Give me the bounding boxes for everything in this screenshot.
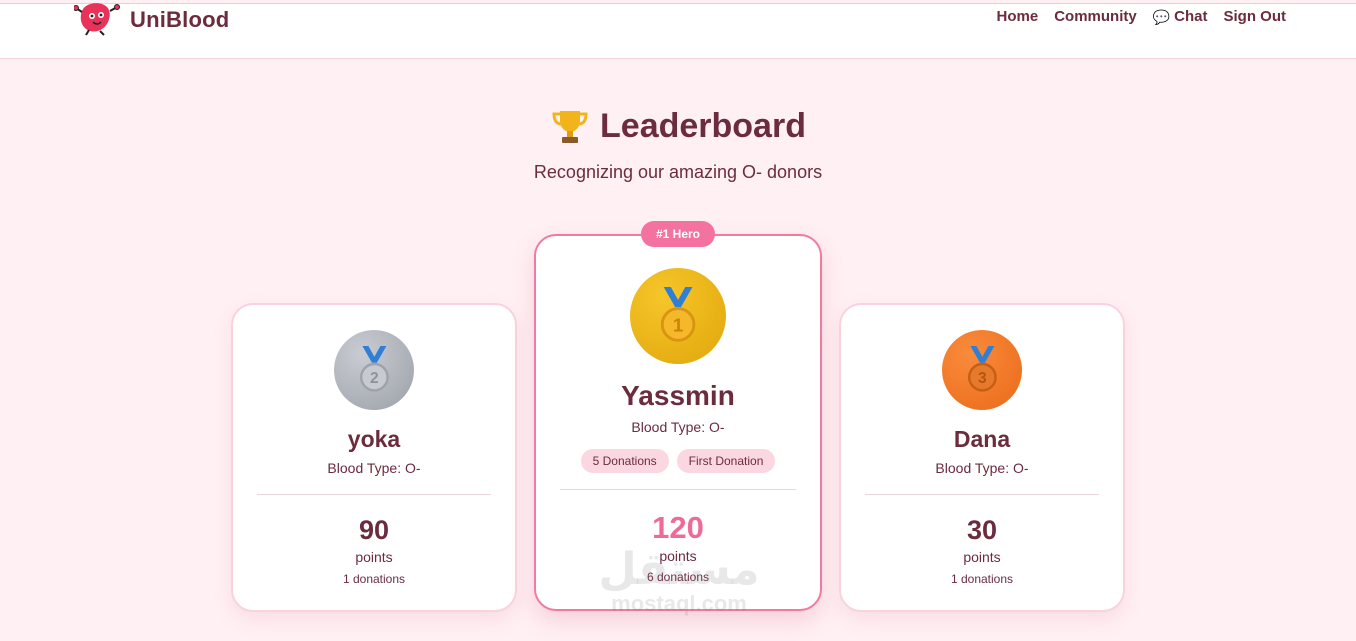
points-value: 30 (966, 515, 998, 545)
donations-count: 1 donations (950, 572, 1014, 586)
blood-drop-mascot-icon (74, 3, 120, 36)
divider (865, 494, 1099, 495)
nav-chat-label: Chat (1174, 8, 1208, 25)
trophy-icon (552, 111, 588, 143)
points-value: 120 (652, 510, 704, 545)
points-value: 90 (358, 515, 390, 545)
main-nav: Home Community 💬 Chat Sign Out (997, 8, 1286, 25)
leader-card-third: 3 Dana Blood Type: O- 30 points 1 donati… (839, 303, 1125, 612)
leader-name: Yassmin (621, 380, 735, 411)
bronze-medal-icon: 3 (967, 346, 997, 392)
gold-medal-icon: 1 (660, 287, 696, 342)
leader-name: Dana (953, 426, 1011, 452)
page-subtitle: Recognizing our amazing O- donors (533, 162, 823, 182)
nav-signout-link[interactable]: Sign Out (1224, 8, 1287, 25)
silver-medal-icon: 2 (359, 346, 389, 392)
svg-text:1: 1 (673, 315, 683, 336)
points-label: points (355, 549, 393, 565)
gold-medal-badge: 1 (630, 268, 726, 364)
blood-type: Blood Type: O- (327, 460, 421, 476)
leader-name: yoka (347, 426, 401, 452)
brand-name: UniBlood (130, 7, 230, 32)
points-label: points (659, 548, 697, 564)
svg-text:2: 2 (370, 370, 379, 387)
nav-chat-link[interactable]: 💬 Chat (1153, 8, 1208, 25)
donations-count: 1 donations (342, 572, 406, 586)
divider (560, 489, 796, 490)
silver-medal-badge: 2 (334, 330, 414, 410)
svg-text:3: 3 (978, 370, 987, 387)
leader-card-first: #1 Hero 1 Yassmin Blood Type: O- 5 Donat… (534, 221, 822, 611)
achievement-tag: First Donation (676, 449, 776, 473)
nav-community-link[interactable]: Community (1054, 8, 1137, 25)
points-label: points (963, 549, 1001, 565)
speech-bubble-icon: 💬 (1152, 8, 1171, 25)
blood-type: Blood Type: O- (935, 460, 1029, 476)
achievement-tags: 5 Donations First Donation (536, 449, 820, 473)
page-title: Leaderboard (0, 106, 1356, 146)
page-title-text: Leaderboard (600, 106, 806, 145)
leader-card-second: 2 yoka Blood Type: O- 90 points 1 donati… (231, 303, 517, 612)
bronze-medal-badge: 3 (942, 330, 1022, 410)
achievement-tag: 5 Donations (580, 449, 669, 473)
hero-badge: #1 Hero (640, 221, 716, 247)
brand[interactable]: UniBlood (74, 3, 230, 36)
nav-home-link[interactable]: Home (997, 8, 1039, 25)
blood-type: Blood Type: O- (631, 419, 725, 435)
top-navbar: UniBlood Home Community 💬 Chat Sign Out (0, 3, 1356, 59)
donations-count: 6 donations (646, 570, 710, 584)
divider (257, 494, 491, 495)
